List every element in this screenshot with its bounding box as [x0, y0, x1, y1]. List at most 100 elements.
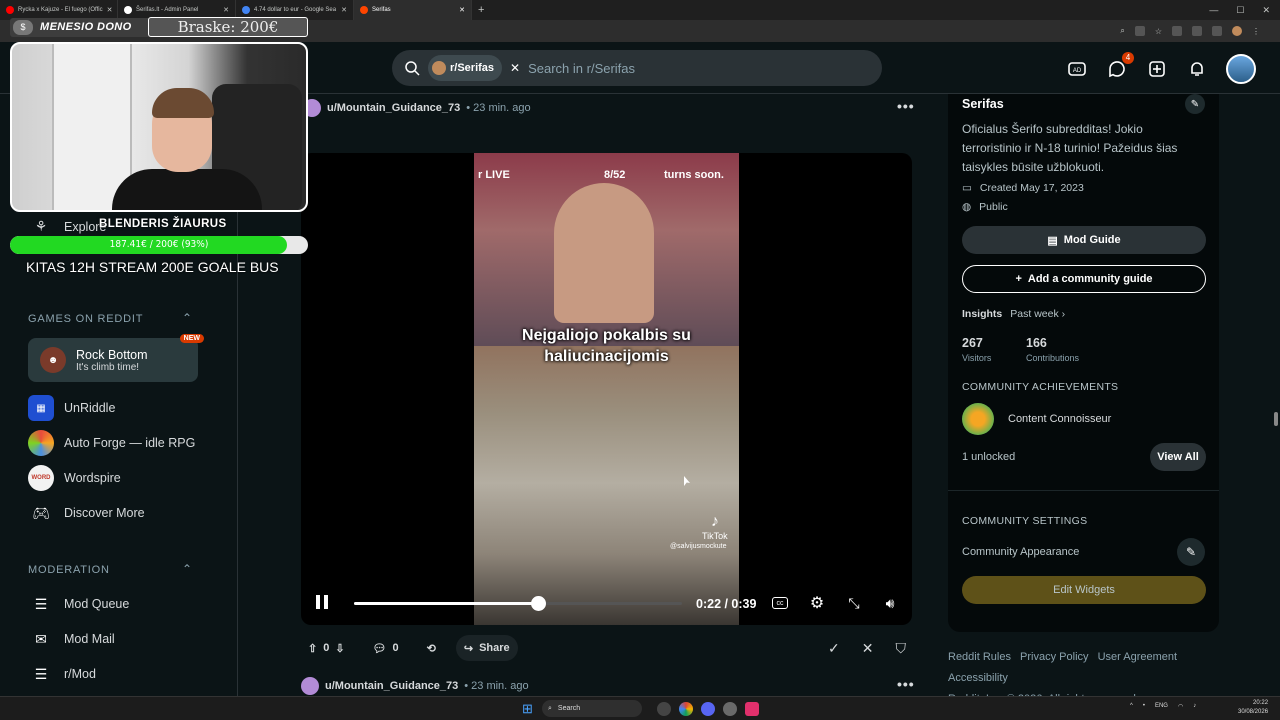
- shield-icon[interactable]: ⛉: [896, 640, 907, 657]
- close-icon[interactable]: ✕: [107, 6, 113, 14]
- browser-tab-active[interactable]: Serifas ✕: [354, 0, 472, 20]
- mic-icon[interactable]: •: [1143, 703, 1145, 710]
- bell-icon[interactable]: [1186, 58, 1208, 80]
- insights-label: Insights: [962, 308, 1003, 320]
- wordspire-icon: WORD: [28, 465, 54, 491]
- game-item-auto-forge[interactable]: Auto Forge — idle RPG: [28, 430, 195, 456]
- menu-icon[interactable]: ⋮: [1252, 27, 1260, 36]
- unlocked-count: 1 unlocked: [962, 451, 1016, 463]
- edit-pencil-icon[interactable]: ✎: [1185, 94, 1205, 114]
- footer-link[interactable]: Reddit Rules: [948, 651, 1011, 663]
- button-label: Mod Guide: [1063, 234, 1121, 246]
- create-post-icon[interactable]: [1146, 58, 1168, 80]
- scrollbar-thumb[interactable]: [1274, 412, 1278, 426]
- edit-widgets-button[interactable]: Edit Widgets: [962, 576, 1206, 604]
- maximize-icon[interactable]: ☐: [1236, 5, 1244, 16]
- footer-link[interactable]: Accessibility: [948, 672, 1008, 684]
- app-icon[interactable]: [657, 702, 671, 716]
- post-options-icon[interactable]: •••: [897, 676, 915, 692]
- user-avatar[interactable]: [1226, 54, 1256, 84]
- seek-knob[interactable]: [530, 596, 546, 611]
- chrome-icon[interactable]: [679, 702, 693, 716]
- settings-gear-icon[interactable]: ⚙: [808, 594, 826, 612]
- google-icon: [242, 6, 250, 14]
- new-tab-plus-icon[interactable]: +: [472, 4, 490, 16]
- search-input[interactable]: Search in r/Serifas: [528, 61, 635, 76]
- r-mod-link[interactable]: ☰ r/Mod: [28, 661, 96, 687]
- achievements-title: COMMUNITY ACHIEVEMENTS: [962, 381, 1119, 393]
- captions-icon[interactable]: cc: [772, 597, 788, 609]
- video-caption: Neįgaliojo pokalbis su haliucinacijomis: [522, 327, 691, 365]
- browser-tab[interactable]: Rycka x Kajuze - El fuego (Offic ✕: [0, 0, 118, 20]
- game-item-rock-bottom[interactable]: ☻ Rock Bottom It's climb time! NEW: [28, 334, 204, 382]
- share-button[interactable]: ↪ Share: [455, 635, 518, 661]
- wifi-icon[interactable]: ◠: [1178, 703, 1183, 710]
- volume-icon[interactable]: ♪: [1193, 703, 1196, 710]
- post-actions: ⇧ 0 ⇩ 💬︎ 0 ⟲ ↪ Share ✓ ✕ ⛉: [300, 635, 914, 661]
- sidebar-item-explore[interactable]: ⚘ Explore: [28, 218, 107, 235]
- tab-title: Serifas: [372, 7, 391, 13]
- comments-button[interactable]: 💬︎ 0: [365, 635, 407, 661]
- chat-icon[interactable]: 4: [1106, 52, 1134, 80]
- chevron-up-icon[interactable]: ⌃: [182, 311, 192, 325]
- minimize-icon[interactable]: —: [1209, 5, 1218, 16]
- search-bar[interactable]: r/Serifas ✕ Search in r/Serifas: [392, 50, 882, 86]
- advertise-icon[interactable]: AD: [1066, 58, 1088, 80]
- close-icon[interactable]: ✕: [459, 6, 465, 14]
- achievement-item[interactable]: Content Connoisseur: [962, 403, 1111, 435]
- add-community-guide-button[interactable]: + Add a community guide: [962, 265, 1206, 293]
- tiktok-app-icon[interactable]: [745, 702, 759, 716]
- chevron-up-icon[interactable]: ^: [1130, 703, 1133, 710]
- clear-chip-icon[interactable]: ✕: [510, 61, 520, 75]
- crosspost-button[interactable]: ⟲: [419, 635, 444, 661]
- game-item-unriddle[interactable]: ▦ UnRiddle: [28, 395, 115, 421]
- video-frame: r LIVE 8/52 turns soon. Neįgaliojo pokal…: [474, 153, 739, 625]
- chevron-up-icon[interactable]: ⌃: [182, 562, 192, 576]
- extension-icon[interactable]: [1212, 26, 1222, 36]
- unriddle-icon: ▦: [28, 395, 54, 421]
- remove-x-icon[interactable]: ✕: [862, 640, 874, 657]
- close-window-icon[interactable]: ✕: [1262, 5, 1270, 16]
- game-name: Auto Forge — idle RPG: [64, 436, 196, 450]
- post-meta: u/Mountain_Guidance_73 • 23 min. ago: [301, 677, 529, 695]
- post-options-icon[interactable]: •••: [897, 98, 915, 114]
- post-author[interactable]: u/Mountain_Guidance_73: [325, 680, 458, 692]
- upvote-icon[interactable]: ⇧: [308, 642, 317, 655]
- game-item-wordspire[interactable]: WORD Wordspire: [28, 465, 121, 491]
- downvote-icon[interactable]: ⇩: [335, 642, 344, 655]
- windows-start-icon[interactable]: ⊞: [522, 701, 533, 717]
- bookmark-star-icon[interactable]: ☆: [1155, 27, 1162, 36]
- view-all-button[interactable]: View All: [1150, 443, 1206, 471]
- close-icon[interactable]: ✕: [223, 6, 229, 14]
- profile-icon[interactable]: [1232, 26, 1242, 36]
- user-avatar[interactable]: [301, 677, 319, 695]
- volume-icon[interactable]: 🔊︎: [881, 594, 899, 612]
- zoom-icon[interactable]: ⌕: [1120, 26, 1124, 36]
- taskbar-clock[interactable]: 20:22 30/08/2026: [1238, 699, 1268, 717]
- pause-icon[interactable]: [313, 593, 331, 611]
- taskbar-search[interactable]: ⌕ Search: [542, 700, 642, 717]
- mod-guide-button[interactable]: ▤ Mod Guide: [962, 226, 1206, 254]
- extension-icon[interactable]: [1134, 26, 1145, 36]
- subreddit-filter-chip[interactable]: r/Serifas: [428, 55, 503, 81]
- obs-icon[interactable]: [723, 702, 737, 716]
- post-author[interactable]: u/Mountain_Guidance_73: [327, 102, 460, 114]
- search-icon: [405, 61, 420, 76]
- discord-icon[interactable]: [701, 702, 715, 716]
- footer-link[interactable]: Privacy Policy: [1020, 651, 1088, 663]
- footer-link[interactable]: User Agreement: [1098, 651, 1177, 663]
- extension-icon[interactable]: [1192, 26, 1202, 36]
- mod-mail-link[interactable]: ✉ Mod Mail: [28, 626, 115, 652]
- video-player[interactable]: r LIVE 8/52 turns soon. Neįgaliojo pokal…: [301, 153, 912, 625]
- game-text: Rock Bottom It's climb time!: [76, 348, 148, 373]
- edit-appearance-pencil-icon[interactable]: ✎: [1177, 538, 1205, 566]
- fullscreen-icon[interactable]: ⤡: [845, 594, 863, 612]
- insights-header[interactable]: Insights Past week ›: [962, 308, 1065, 320]
- tab-title: Rycka x Kajuze - El fuego (Offic: [18, 7, 103, 13]
- close-icon[interactable]: ✕: [341, 6, 347, 14]
- discover-more-link[interactable]: 🎮︎ Discover More: [28, 500, 144, 526]
- approve-check-icon[interactable]: ✓: [828, 640, 840, 657]
- mod-queue-link[interactable]: ☰ Mod Queue: [28, 591, 130, 617]
- language-indicator[interactable]: ENG: [1155, 703, 1168, 710]
- extension-icon[interactable]: [1172, 26, 1182, 36]
